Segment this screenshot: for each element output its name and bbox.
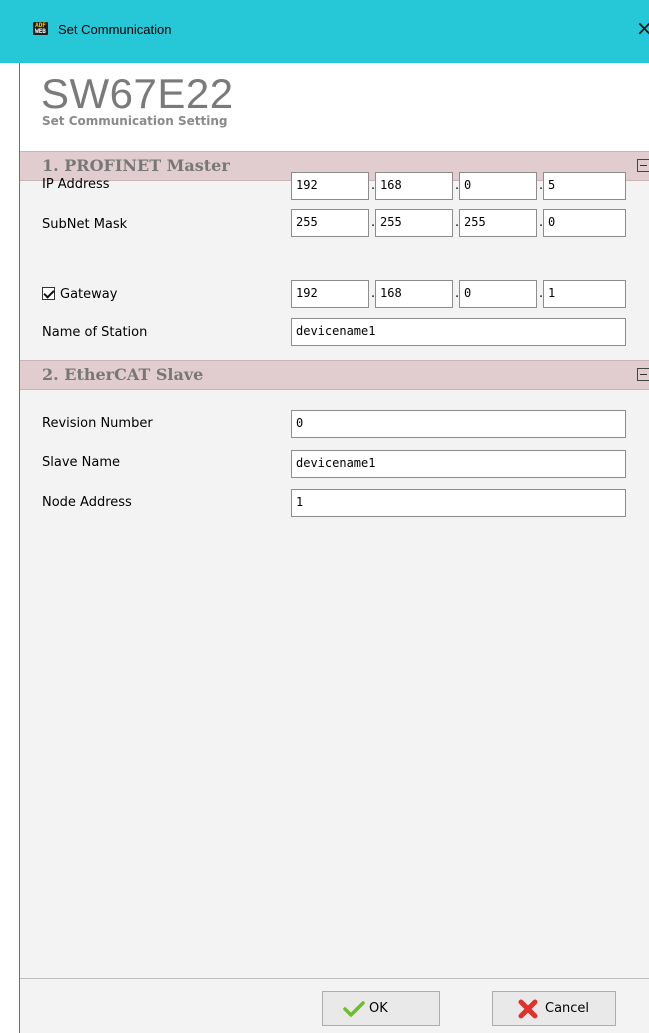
section-ethercat-header[interactable]: 2. EtherCAT Slave	[20, 360, 649, 390]
slave-name-input[interactable]: devicename1	[291, 450, 626, 478]
gateway-label: Gateway	[60, 287, 118, 302]
window-title: Set Communication	[58, 22, 172, 37]
subnet-octet-3-input[interactable]: 255	[459, 209, 537, 237]
gateway-octet-1-input[interactable]: 192	[291, 280, 369, 308]
gateway-octet-2-input[interactable]: 168	[375, 280, 453, 308]
cancel-button[interactable]: Cancel	[492, 991, 616, 1026]
ip-octet-2-input[interactable]: 168	[375, 172, 453, 200]
ip-octet-4-input[interactable]: 5	[543, 172, 626, 200]
station-name-input[interactable]: devicename1	[291, 318, 626, 346]
window-titlebar: ADF WEB Set Communication ×	[0, 0, 649, 63]
subnet-octet-1-input[interactable]: 255	[291, 209, 369, 237]
station-name-label: Name of Station	[42, 325, 148, 340]
subnet-octet-4-input[interactable]: 0	[543, 209, 626, 237]
slave-name-label: Slave Name	[42, 455, 121, 470]
gateway-checkbox[interactable]	[42, 287, 55, 300]
close-icon[interactable]: ×	[636, 18, 649, 38]
revision-number-input[interactable]: 0	[291, 410, 626, 438]
footer-divider	[20, 978, 649, 979]
dialog-header: SW67E22 Set Communication Setting	[20, 63, 649, 151]
ip-octet-1-input[interactable]: 192	[291, 172, 369, 200]
cancel-button-label: Cancel	[545, 1001, 590, 1016]
ok-button-label: OK	[369, 1001, 388, 1016]
section-title: 2. EtherCAT Slave	[42, 365, 204, 384]
collapse-icon[interactable]	[637, 368, 649, 381]
section-title: 1. PROFINET Master	[42, 156, 230, 175]
cross-icon	[518, 999, 538, 1019]
dialog-panel: SW67E22 Set Communication Setting 1. PRO…	[19, 63, 649, 1033]
gateway-octet-4-input[interactable]: 1	[543, 280, 626, 308]
checkmark-icon	[343, 1001, 365, 1017]
ip-octet-3-input[interactable]: 0	[459, 172, 537, 200]
ok-button[interactable]: OK	[322, 991, 440, 1026]
revision-number-label: Revision Number	[42, 416, 153, 431]
collapse-icon[interactable]	[637, 159, 649, 172]
page-title: SW67E22	[41, 70, 234, 117]
node-address-input[interactable]: 1	[291, 489, 626, 517]
ip-address-label: IP Address	[42, 177, 110, 192]
page-subtitle: Set Communication Setting	[42, 114, 228, 128]
subnet-octet-2-input[interactable]: 255	[375, 209, 453, 237]
subnet-mask-label: SubNet Mask	[42, 217, 128, 232]
app-logo-icon: ADF WEB	[33, 22, 48, 35]
node-address-label: Node Address	[42, 495, 132, 510]
gateway-octet-3-input[interactable]: 0	[459, 280, 537, 308]
